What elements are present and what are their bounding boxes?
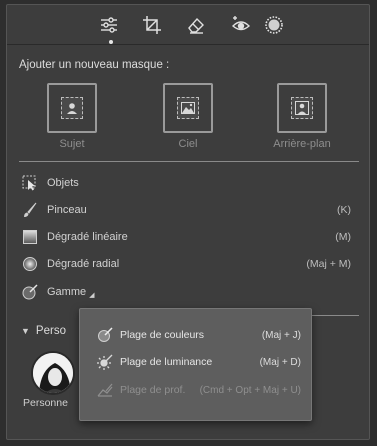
- depth-range-label: Plage de prof.: [120, 384, 186, 396]
- range-submenu: Plage de couleurs (Maj + J) Plage de lum…: [79, 308, 312, 421]
- sky-mask-button[interactable]: [163, 83, 213, 133]
- object-select-icon: [21, 174, 39, 192]
- people-section-header[interactable]: ▼ Perso: [21, 325, 66, 337]
- add-mask-heading: Ajouter un nouveau masque :: [19, 59, 170, 71]
- divider: [19, 161, 359, 162]
- brush-tool-label: Pinceau: [47, 204, 87, 216]
- range-submenu-caret-icon: ◢: [89, 292, 95, 299]
- color-range-label: Plage de couleurs: [120, 329, 205, 341]
- depth-range-shortcut: (Cmd + Opt + Maj + U): [199, 384, 301, 396]
- divider-partial: [307, 315, 359, 316]
- linear-gradient-icon: [21, 228, 39, 246]
- luminance-range-item[interactable]: Plage de luminance (Maj + D): [96, 352, 301, 372]
- background-mask-button[interactable]: [277, 83, 327, 133]
- edit-sliders-icon[interactable]: [97, 13, 121, 37]
- color-range-shortcut: (Maj + J): [261, 329, 301, 341]
- masking-panel: Ajouter un nouveau masque : Sujet Ciel A…: [6, 4, 370, 440]
- depth-range-item: Plage de prof. (Cmd + Opt + Maj + U): [96, 380, 301, 400]
- red-eye-icon[interactable]: [229, 13, 253, 37]
- luminance-range-icon: [96, 353, 114, 371]
- objects-tool-label: Objets: [47, 177, 79, 189]
- linear-gradient-tool[interactable]: Dégradé linéaire (M): [21, 227, 361, 247]
- depth-range-icon: [96, 381, 114, 399]
- masking-icon[interactable]: [262, 13, 286, 37]
- tool-strip: [7, 5, 369, 45]
- avatar[interactable]: [31, 351, 75, 395]
- sky-image-icon: [177, 97, 199, 119]
- disclosure-triangle-icon[interactable]: ▼: [21, 326, 30, 336]
- radial-gradient-tool[interactable]: Dégradé radial (Maj + M): [21, 254, 361, 274]
- person-label: Personne: [23, 397, 68, 409]
- linear-gradient-shortcut: (M): [335, 231, 351, 243]
- brush-shortcut: (K): [337, 204, 351, 216]
- radial-gradient-shortcut: (Maj + M): [306, 258, 351, 270]
- objects-tool[interactable]: Objets: [21, 173, 361, 193]
- crop-icon[interactable]: [140, 13, 164, 37]
- brush-icon: [21, 201, 39, 219]
- brush-tool[interactable]: Pinceau (K): [21, 200, 361, 220]
- range-tool-label: Gamme: [47, 286, 87, 298]
- color-range-icon: [96, 326, 114, 344]
- luminance-range-shortcut: (Maj + D): [259, 356, 301, 368]
- range-tool[interactable]: Gamme ◢: [21, 282, 361, 302]
- background-mask-label: Arrière-plan: [273, 138, 331, 150]
- person-icon: [61, 97, 83, 119]
- radial-gradient-icon: [21, 255, 39, 273]
- range-icon: [21, 283, 39, 301]
- people-section-title: Perso: [35, 325, 66, 337]
- linear-gradient-tool-label: Dégradé linéaire: [47, 231, 128, 243]
- radial-gradient-tool-label: Dégradé radial: [47, 258, 120, 270]
- sky-mask-label: Ciel: [178, 138, 198, 150]
- luminance-range-label: Plage de luminance: [120, 356, 213, 368]
- subject-mask-label: Sujet: [59, 138, 85, 150]
- color-range-item[interactable]: Plage de couleurs (Maj + J): [96, 325, 301, 345]
- active-tool-indicator: [109, 40, 113, 44]
- background-icon: [291, 97, 313, 119]
- subject-mask-button[interactable]: [47, 83, 97, 133]
- eraser-icon[interactable]: [184, 13, 208, 37]
